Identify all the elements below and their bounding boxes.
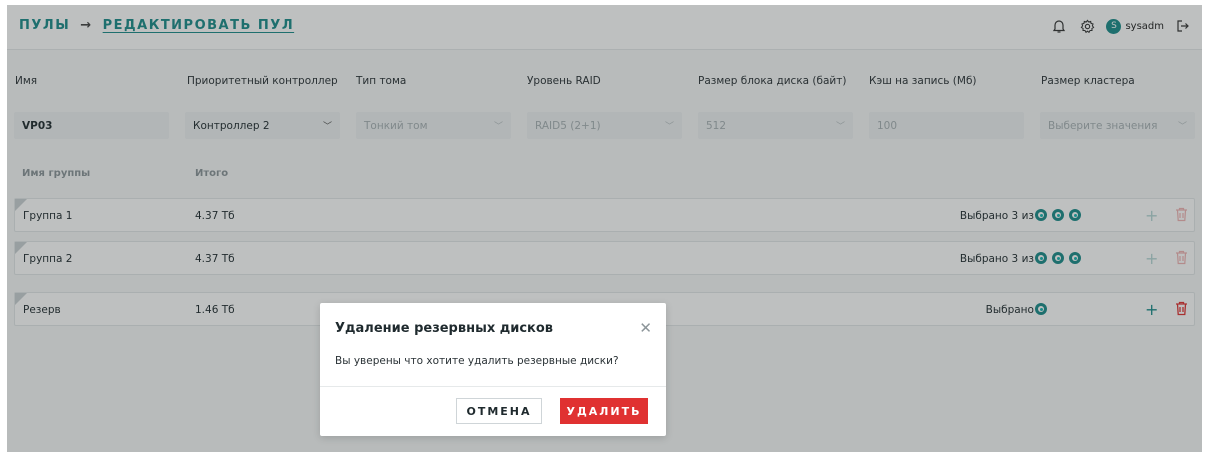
dialog-divider — [320, 386, 666, 387]
delete-button[interactable]: УДАЛИТЬ — [560, 398, 648, 424]
close-icon[interactable]: ✕ — [639, 319, 652, 337]
delete-reserve-dialog: Удаление резервных дисков ✕ Вы уверены ч… — [320, 303, 666, 436]
dialog-message: Вы уверены что хотите удалить резервные … — [335, 355, 619, 367]
dialog-title: Удаление резервных дисков — [335, 321, 554, 336]
cancel-button[interactable]: ОТМЕНА — [456, 398, 542, 424]
app-window: ПУЛЫ → РЕДАКТИРОВАТЬ ПУЛ S sysadm Имя Пр… — [7, 5, 1202, 452]
